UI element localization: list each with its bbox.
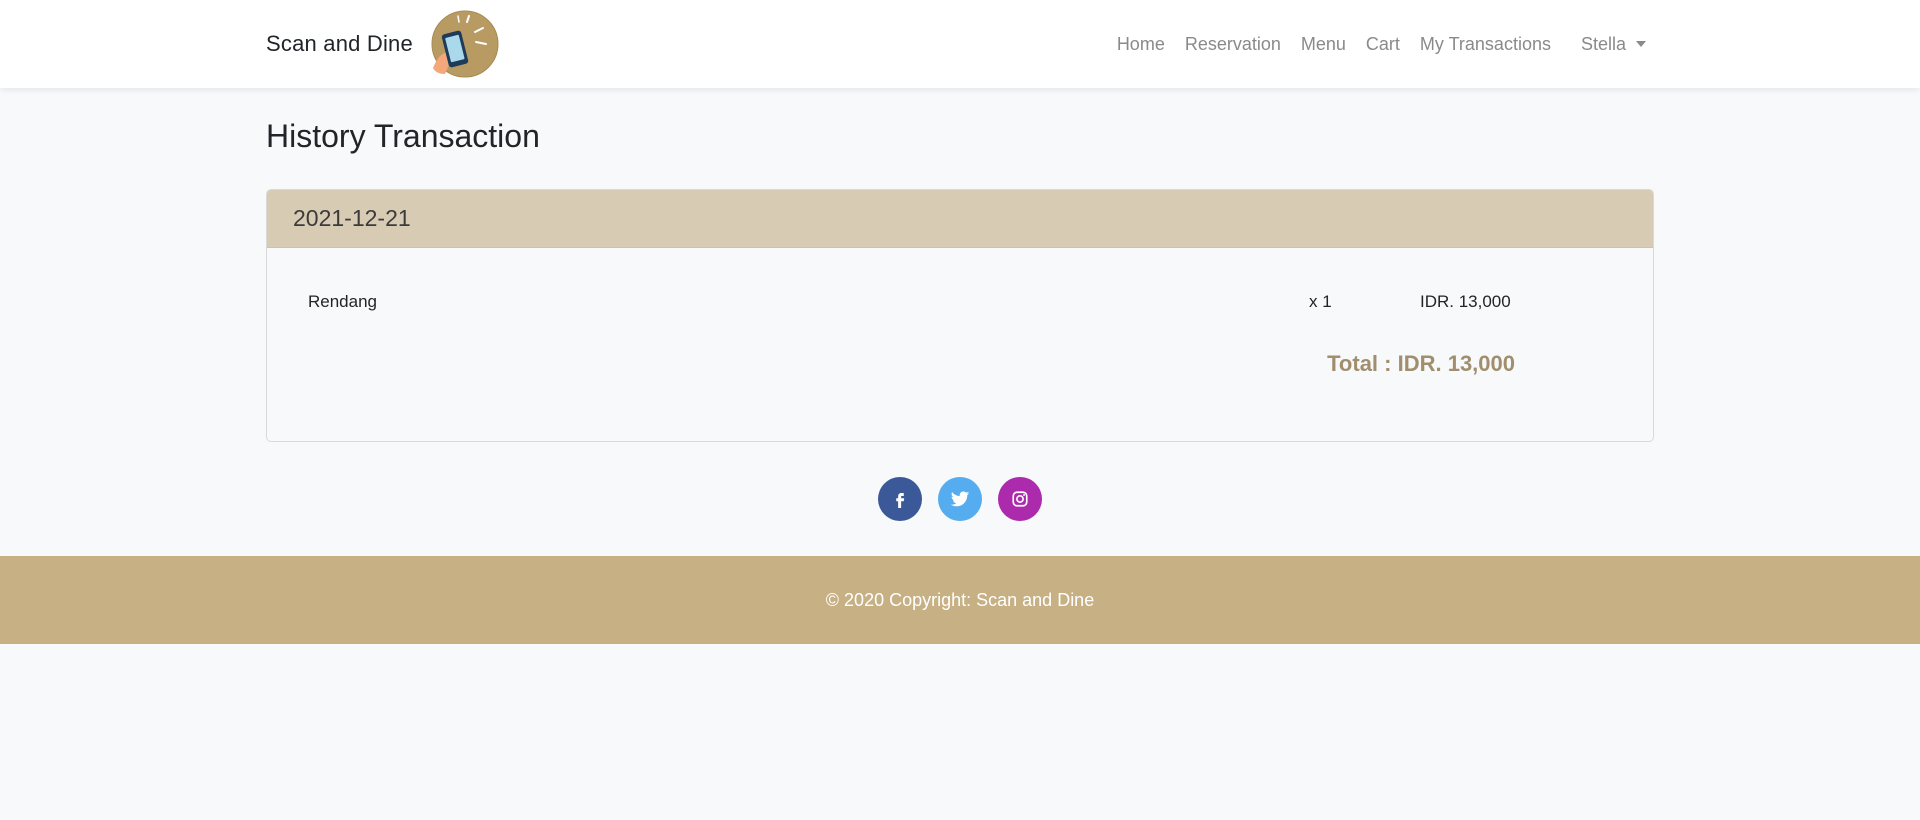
caret-down-icon — [1636, 41, 1646, 47]
nav-home[interactable]: Home — [1107, 34, 1175, 55]
nav-reservation[interactable]: Reservation — [1175, 34, 1291, 55]
footer: © 2020 Copyright: Scan and Dine — [0, 556, 1920, 644]
nav-cart[interactable]: Cart — [1356, 34, 1410, 55]
twitter-icon — [950, 491, 970, 507]
instagram-icon — [1012, 491, 1028, 507]
facebook-icon — [896, 493, 905, 508]
user-name: Stella — [1580, 33, 1626, 54]
user-dropdown[interactable]: Stella — [1581, 34, 1646, 55]
item-quantity: x 1 — [1309, 292, 1332, 311]
navbar: Scan and Dine Home Reservation Menu Cart… — [0, 0, 1920, 88]
transaction-date: 2021-12-21 — [267, 190, 1653, 248]
nav-menu[interactable]: Menu — [1291, 34, 1356, 55]
nav-my-transactions[interactable]: My Transactions — [1410, 34, 1561, 55]
item-price: IDR. 13,000 — [1420, 292, 1511, 311]
page-title: History Transaction — [266, 118, 540, 154]
transaction-total: Total : IDR. 13,000 — [1327, 351, 1515, 376]
social-links — [0, 477, 1920, 521]
brand-link[interactable]: Scan and Dine — [266, 0, 499, 88]
brand-name: Scan and Dine — [266, 31, 413, 56]
facebook-button[interactable] — [878, 477, 922, 521]
transaction-card: 2021-12-21 Rendang x 1 IDR. 13,000 Total… — [266, 189, 1654, 442]
footer-copyright: © 2020 Copyright: Scan and Dine — [825, 589, 1095, 610]
instagram-button[interactable] — [998, 477, 1042, 521]
phone-logo-icon — [431, 10, 499, 78]
item-name: Rendang — [308, 292, 378, 311]
transaction-item-row: Rendang x 1 IDR. 13,000 — [267, 292, 1653, 316]
twitter-button[interactable] — [938, 477, 982, 521]
nav-links: Home Reservation Menu Cart My Transactio… — [1107, 0, 1646, 88]
